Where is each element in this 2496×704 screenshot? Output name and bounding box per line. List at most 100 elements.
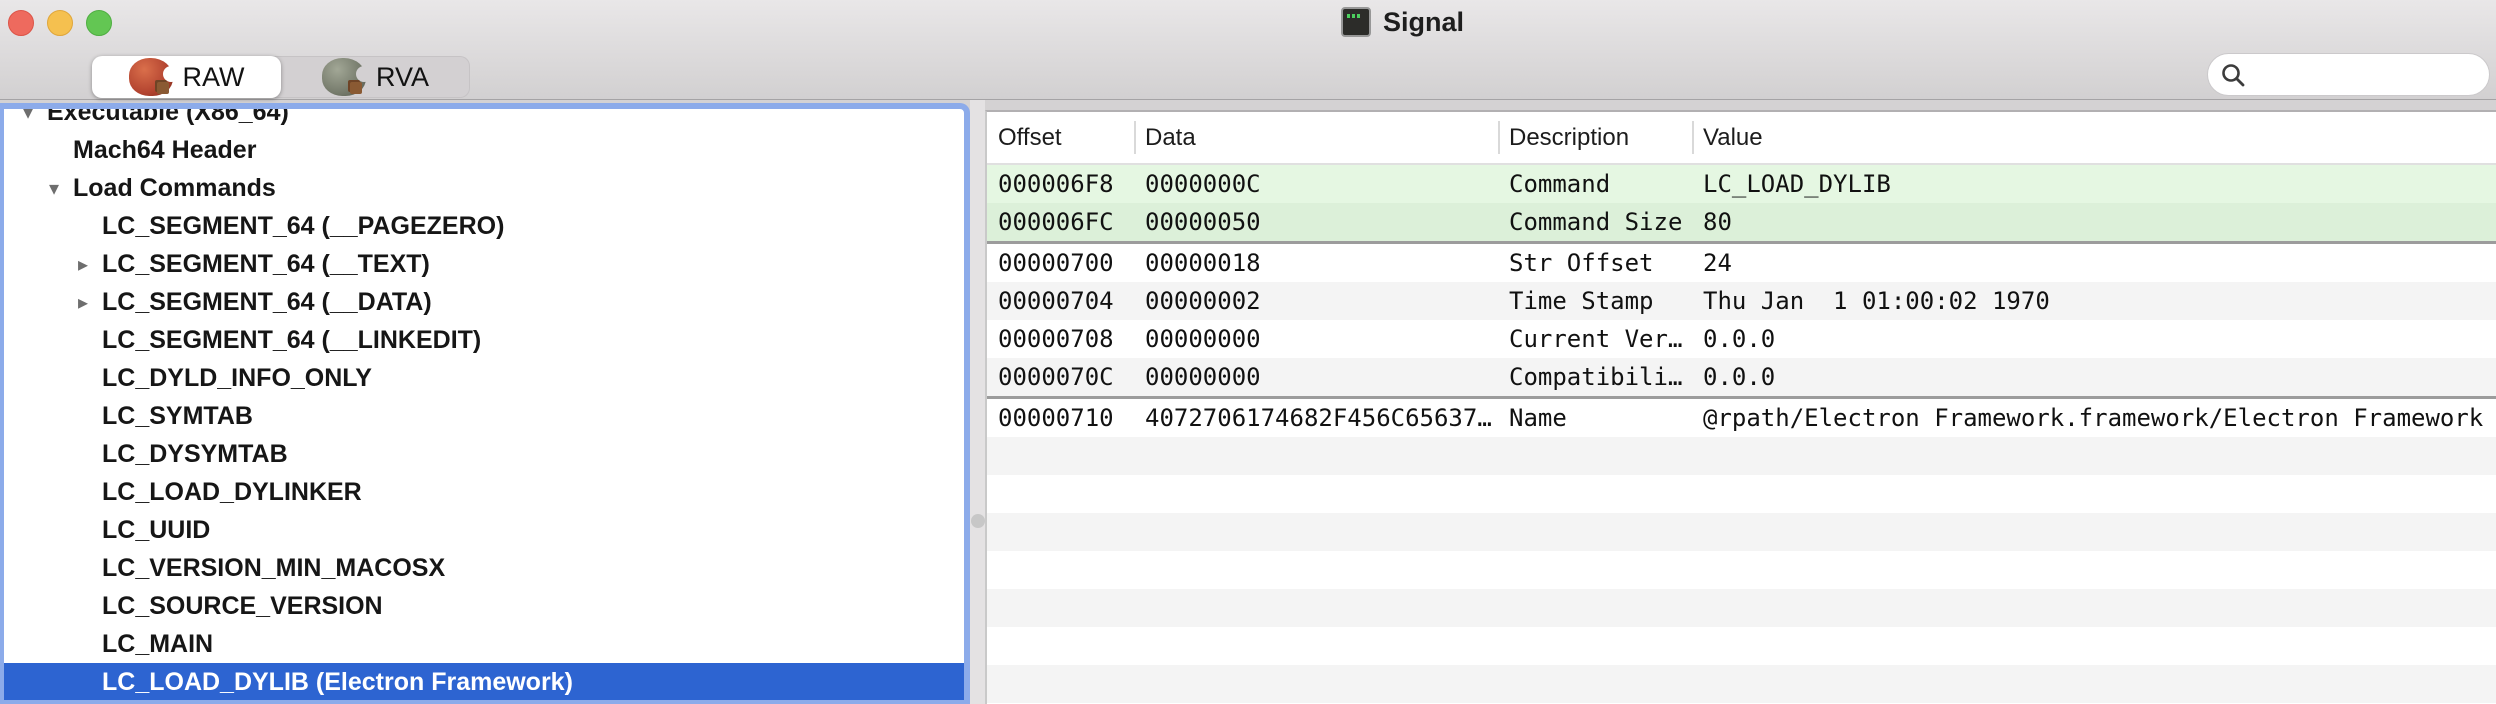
cell-offset: 00000708 [987, 325, 1134, 353]
sidebar-item[interactable]: LC_LOAD_DYLIB (Electron Framework) [4, 663, 964, 701]
cell-data: 00000050 [1134, 208, 1498, 236]
sidebar-item[interactable]: LC_LOAD_DYLINKER [4, 473, 964, 511]
sidebar-item-label: LC_SOURCE_VERSION [102, 592, 383, 621]
cell-value: 80 [1692, 208, 2496, 236]
fields-table: OffsetDataDescriptionValue 000006F800000… [985, 110, 2496, 704]
search-field[interactable] [2207, 53, 2490, 96]
sidebar-item-label: LC_SEGMENT_64 (__LINKEDIT) [102, 326, 481, 355]
rva-segment-button[interactable]: RVA [281, 56, 470, 98]
table-row[interactable]: 000006FC00000050Command Size80 [987, 203, 2496, 244]
sidebar-item[interactable]: ▸ LC_SEGMENT_64 (__DATA) [4, 283, 964, 321]
raw-segment-button[interactable]: RAW [92, 56, 281, 98]
content-area: ▾ Executable (X86_64) Mach64 Header ▾ Load C… [0, 100, 2496, 704]
chevron-down-icon[interactable]: ▾ [43, 176, 65, 201]
sidebar-item-label: LC_SYMTAB [102, 402, 253, 431]
sidebar-item[interactable]: LC_SOURCE_VERSION [4, 587, 964, 625]
chevron-down-icon[interactable]: ▾ [17, 103, 39, 125]
search-icon [2220, 62, 2246, 88]
minimize-button[interactable] [47, 10, 73, 36]
cell-value: @rpath/Electron Framework.framework/Elec… [1692, 404, 2496, 432]
table-row[interactable]: 0000070400000002Time StampThu Jan 1 01:0… [987, 282, 2496, 320]
window-title: Signal [1383, 7, 1464, 38]
sidebar-item[interactable]: ▾ Executable (X86_64) [4, 103, 964, 131]
sidebar-item[interactable]: ▾ Load Commands [4, 169, 964, 207]
column-header-value[interactable]: Value [1692, 112, 2496, 163]
cell-offset: 00000700 [987, 249, 1134, 277]
traffic-lights [8, 10, 112, 36]
column-header-offset[interactable]: Offset [987, 112, 1134, 163]
sidebar-pane: ▾ Executable (X86_64) Mach64 Header ▾ Load C… [0, 103, 970, 704]
sidebar-item-label: LC_LOAD_DYLINKER [102, 478, 362, 507]
cell-value: LC_LOAD_DYLIB [1692, 170, 2496, 198]
cell-data: 0000000C [1134, 170, 1498, 198]
chevron-right-icon[interactable]: ▸ [72, 252, 94, 277]
pane-splitter[interactable] [970, 100, 985, 704]
sidebar-item[interactable]: LC_DYSYMTAB [4, 435, 964, 473]
cell-data: 00000000 [1134, 325, 1498, 353]
search-input[interactable] [2254, 53, 2489, 96]
sidebar-item[interactable]: LC_SEGMENT_64 (__LINKEDIT) [4, 321, 964, 359]
table-row[interactable]: 0000070000000018Str Offset24 [987, 244, 2496, 282]
cell-description: Name [1498, 404, 1692, 432]
table-row[interactable]: 000006F80000000CCommandLC_LOAD_DYLIB [987, 165, 2496, 203]
table-row[interactable]: 0000070C00000000Compatibili…0.0.0 [987, 358, 2496, 399]
sidebar-item[interactable]: LC_MAIN [4, 625, 964, 663]
cell-value: 0.0.0 [1692, 325, 2496, 353]
table-row[interactable]: 000007104072706174682F456C65637…Name@rpa… [987, 399, 2496, 437]
close-button[interactable] [8, 10, 34, 36]
sidebar-item-label: LC_VERSION_MIN_MACOSX [102, 554, 445, 583]
cell-data: 00000018 [1134, 249, 1498, 277]
sidebar-item-label: LC_SEGMENT_64 (__DATA) [102, 288, 432, 317]
sidebar-item-label: LC_MAIN [102, 630, 213, 659]
sidebar-item[interactable]: LC_SEGMENT_64 (__PAGEZERO) [4, 207, 964, 245]
sidebar-item[interactable]: Mach64 Header [4, 131, 964, 169]
table-header: OffsetDataDescriptionValue [987, 112, 2496, 165]
cell-description: Compatibili… [1498, 363, 1692, 391]
cell-offset: 000006F8 [987, 170, 1134, 198]
window-title-group: Signal [1341, 4, 1464, 40]
sidebar-item-label: Load Commands [73, 174, 276, 203]
cell-data: 4072706174682F456C65637… [1134, 404, 1498, 432]
cell-data: 00000000 [1134, 363, 1498, 391]
cell-description: Command Size [1498, 208, 1692, 236]
detail-pane: OffsetDataDescriptionValue 000006F800000… [985, 100, 2496, 704]
cell-value: 24 [1692, 249, 2496, 277]
rva-segment-label: RVA [376, 62, 429, 93]
cell-offset: 000006FC [987, 208, 1134, 236]
cell-description: Str Offset [1498, 249, 1692, 277]
zoom-button[interactable] [86, 10, 112, 36]
mach-o-outline-tree: ▾ Executable (X86_64) Mach64 Header ▾ Load C… [4, 103, 964, 701]
cell-description: Command [1498, 170, 1692, 198]
column-header-description[interactable]: Description [1498, 112, 1692, 163]
cell-offset: 00000704 [987, 287, 1134, 315]
sidebar-item[interactable]: LC_DYLD_INFO_ONLY [4, 359, 964, 397]
sidebar-item[interactable]: LC_UUID [4, 511, 964, 549]
sidebar-item-label: Executable (X86_64) [47, 103, 289, 127]
cell-value: Thu Jan 1 01:00:02 1970 [1692, 287, 2496, 315]
column-header-data[interactable]: Data [1134, 112, 1498, 163]
apple-gray-icon [322, 58, 366, 96]
sidebar-item-label: LC_UUID [102, 516, 210, 545]
apple-red-icon [129, 58, 173, 96]
address-mode-segmented-control: RAW RVA [92, 56, 470, 98]
sidebar-item-label: Mach64 Header [73, 136, 256, 165]
executable-app-icon [1341, 7, 1371, 37]
sidebar-item-label: LC_DYLD_INFO_ONLY [102, 364, 372, 393]
cell-description: Current Ver… [1498, 325, 1692, 353]
table-row[interactable]: 0000070800000000Current Ver…0.0.0 [987, 320, 2496, 358]
sidebar-item-label: LC_LOAD_DYLIB (Electron Framework) [102, 668, 573, 697]
sidebar-item-label: LC_SEGMENT_64 (__TEXT) [102, 250, 430, 279]
table-body: 000006F80000000CCommandLC_LOAD_DYLIB0000… [987, 165, 2496, 437]
sidebar-item[interactable]: LC_SYMTAB [4, 397, 964, 435]
sidebar-item[interactable]: LC_VERSION_MIN_MACOSX [4, 549, 964, 587]
empty-rows-stripes [987, 437, 2496, 704]
sidebar-item-label: LC_DYSYMTAB [102, 440, 288, 469]
chevron-right-icon[interactable]: ▸ [72, 290, 94, 315]
raw-segment-label: RAW [183, 62, 245, 93]
machoview-window: Signal RAW RVA [0, 0, 2496, 704]
sidebar-item-label: LC_SEGMENT_64 (__PAGEZERO) [102, 212, 504, 241]
cell-offset: 00000710 [987, 404, 1134, 432]
cell-data: 00000002 [1134, 287, 1498, 315]
sidebar-item[interactable]: ▸ LC_SEGMENT_64 (__TEXT) [4, 245, 964, 283]
splitter-dimple-icon [971, 514, 985, 528]
